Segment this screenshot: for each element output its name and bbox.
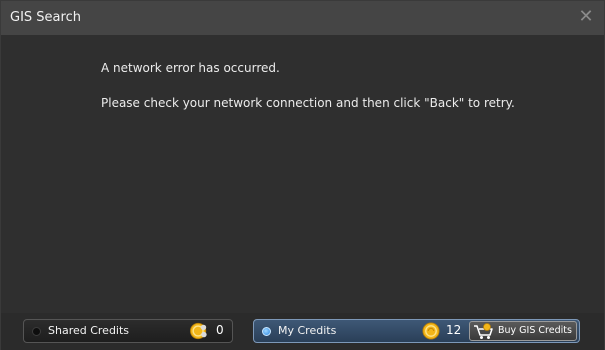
gis-search-window: GIS Search ✕ A network error has occurre… [0,0,605,350]
close-icon[interactable]: ✕ [576,7,596,27]
radio-on-icon [262,327,271,336]
radio-off-icon [32,327,41,336]
message-area: A network error has occurred. Please che… [1,35,604,313]
shared-credits-count: 0 [216,323,224,337]
my-credits-label: My Credits [278,324,337,337]
cart-icon [474,323,493,339]
title-bar: GIS Search ✕ [1,1,604,35]
window-title: GIS Search [10,10,81,25]
buy-gis-credits-button[interactable]: Buy GIS Credits [469,321,577,341]
shared-credits-label: Shared Credits [48,324,130,337]
shared-credits-option[interactable]: Shared Credits 0 [23,319,233,343]
my-credits-count: 12 [446,323,462,337]
credits-bar: Shared Credits 0 My Credits 12 Buy GIS C… [1,313,604,350]
coin-icon [422,322,440,340]
buy-gis-credits-label: Buy GIS Credits [498,325,572,336]
shared-coin-icon [190,322,207,340]
my-credits-option[interactable]: My Credits 12 Buy GIS Credits [253,319,580,343]
error-message: A network error has occurred. [101,61,280,75]
retry-instructions: Please check your network connection and… [101,96,515,110]
